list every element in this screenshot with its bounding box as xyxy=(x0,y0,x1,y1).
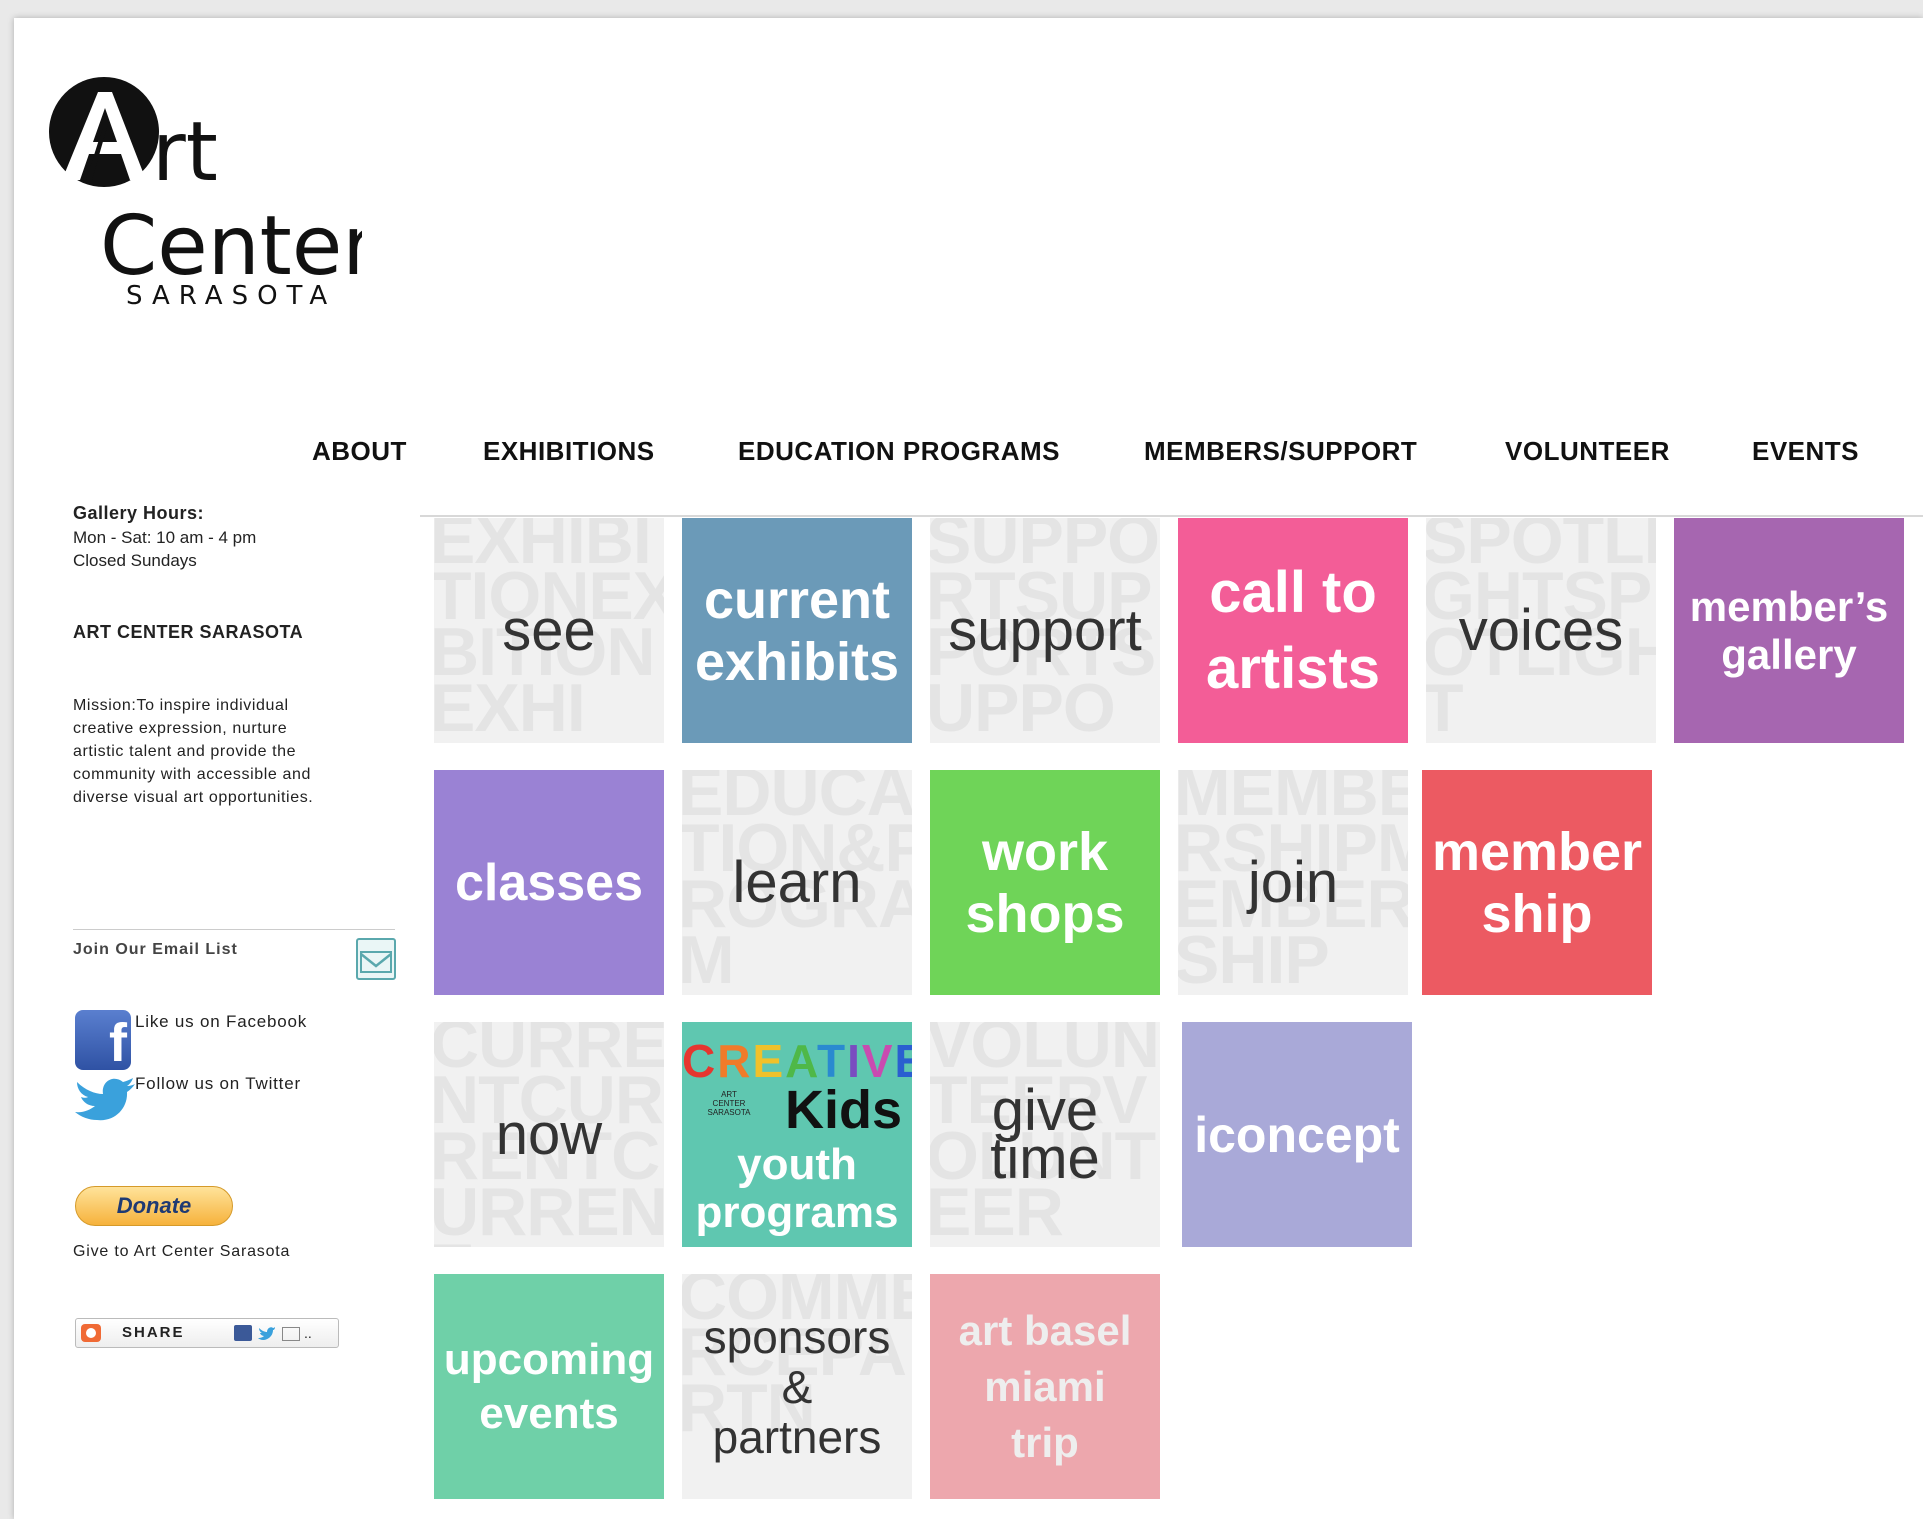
tile-sponsors-partners[interactable]: COMMERCEPARTN sponsors & partners xyxy=(682,1274,912,1499)
tile-creative-kids-youth-programs[interactable]: CREATIVE ART CENTER SARASOTA Kids youth … xyxy=(682,1022,912,1247)
tile-give-time-label: give time xyxy=(990,1077,1100,1191)
creative-letter-c: C xyxy=(682,1035,718,1087)
nav-volunteer[interactable]: VOLUNTEER xyxy=(1505,436,1670,467)
page: rt Center SARASOTA ABOUT EXHIBITIONS EDU… xyxy=(14,18,1923,1519)
tile-support-label: support xyxy=(948,597,1142,663)
share-facebook-icon[interactable] xyxy=(234,1325,252,1341)
tile-see[interactable]: EXHIBITIONEXBITIONEXHI see xyxy=(434,518,664,743)
org-name: ART CENTER SARASOTA xyxy=(73,622,304,642)
tile-art-basel-miami-trip[interactable]: art basel miami trip xyxy=(930,1274,1160,1499)
tile-learn-label: learn xyxy=(732,849,862,915)
nav-events[interactable]: EVENTS xyxy=(1752,436,1859,467)
logo-word-rt: rt xyxy=(152,105,218,200)
tile-membership-label: member ship xyxy=(1431,821,1643,944)
email-divider xyxy=(73,929,395,930)
share-twitter-icon[interactable] xyxy=(258,1325,276,1341)
share-email-icon[interactable] xyxy=(282,1327,300,1341)
art-center-logo[interactable]: rt Center SARASOTA xyxy=(42,62,362,307)
tile-members-gallery-label: member’s gallery xyxy=(1689,582,1889,678)
creative-letter-e: E xyxy=(752,1035,786,1087)
tile-classes[interactable]: classes xyxy=(434,770,664,995)
email-icon[interactable] xyxy=(356,938,396,980)
nav-divider xyxy=(420,515,1923,517)
tile-membership[interactable]: member ship xyxy=(1422,770,1652,995)
tile-learn[interactable]: EDUCATION&PROGRAM learn xyxy=(682,770,912,995)
logo-word-sarasota: SARASOTA xyxy=(126,281,336,307)
tile-youth-programs-label: youth programs xyxy=(695,1140,899,1237)
gallery-hours-title: Gallery Hours: xyxy=(73,503,205,523)
facebook-link[interactable]: Like us on Facebook xyxy=(135,1010,307,1033)
tile-join-label: join xyxy=(1247,849,1339,915)
tile-voices-label: voices xyxy=(1458,597,1624,663)
tile-see-label: see xyxy=(502,597,596,663)
nav-exhibitions[interactable]: EXHIBITIONS xyxy=(483,436,655,467)
tile-iconcept-label: iconcept xyxy=(1194,1106,1400,1163)
tile-current-exhibits[interactable]: current exhibits xyxy=(682,518,912,743)
email-list-link[interactable]: Join Our Email List xyxy=(73,938,238,961)
addthis-icon xyxy=(81,1324,101,1342)
tile-now[interactable]: CURRENTCURRENTCURRENT now xyxy=(434,1022,664,1247)
creative-kids-logo-text: CREATIVE xyxy=(682,1036,912,1086)
tile-call-to-artists[interactable]: call to artists xyxy=(1178,518,1408,743)
creative-letter-r: R xyxy=(717,1035,753,1087)
twitter-link[interactable]: Follow us on Twitter xyxy=(135,1072,301,1095)
gallery-hours-weekday: Mon - Sat: 10 am - 4 pm xyxy=(73,528,257,547)
main-nav: ABOUT EXHIBITIONS EDUCATION PROGRAMS MEM… xyxy=(14,436,1923,476)
tile-workshops[interactable]: work shops xyxy=(930,770,1160,995)
tile-call-to-artists-label: call to artists xyxy=(1205,559,1381,701)
tile-current-exhibits-label: current exhibits xyxy=(694,569,900,692)
give-text: Give to Art Center Sarasota xyxy=(73,1243,291,1260)
tile-join[interactable]: MEMBERSHIPMEMBERSHIP join xyxy=(1178,770,1408,995)
creative-kids-word: Kids xyxy=(784,1080,902,1140)
tile-workshops-label: work shops xyxy=(965,821,1125,944)
tile-members-gallery[interactable]: member’s gallery xyxy=(1674,518,1904,743)
gallery-hours-closed: Closed Sundays xyxy=(73,551,197,570)
tile-upcoming-events-label: upcoming events xyxy=(443,1334,655,1438)
tile-now-label: now xyxy=(495,1101,603,1167)
tile-upcoming-events[interactable]: upcoming events xyxy=(434,1274,664,1499)
tile-voices[interactable]: SPOTLIGHTSPOTLIGHT voices xyxy=(1426,518,1656,743)
facebook-icon[interactable]: f xyxy=(75,1010,131,1070)
mission-statement: Mission:To inspire individual creative e… xyxy=(73,697,314,806)
twitter-icon[interactable] xyxy=(73,1072,137,1122)
tile-iconcept[interactable]: iconcept xyxy=(1182,1022,1412,1247)
tile-support[interactable]: SUPPORTSUPPORTSUPPO support xyxy=(930,518,1160,743)
nav-about[interactable]: ABOUT xyxy=(312,436,407,467)
tile-sponsors-label: sponsors & partners xyxy=(703,1310,891,1463)
logo-word-center: Center xyxy=(100,199,362,294)
tile-art-basel-label: art basel miami trip xyxy=(958,1306,1132,1466)
nav-members-support[interactable]: MEMBERS/SUPPORT xyxy=(1144,436,1417,467)
tile-give-time[interactable]: VOLUNTEERVOLUNTEER give time xyxy=(930,1022,1160,1247)
creative-kids-small-text: ART CENTER SARASOTA xyxy=(707,1090,751,1117)
share-button[interactable]: SHARE .. xyxy=(75,1318,339,1348)
nav-education-programs[interactable]: EDUCATION PROGRAMS xyxy=(738,436,1060,467)
donate-button[interactable]: Donate xyxy=(75,1186,233,1226)
logo-mark: rt Center SARASOTA xyxy=(49,77,362,307)
tile-classes-label: classes xyxy=(455,853,643,912)
share-more-icon[interactable]: .. xyxy=(304,1325,312,1341)
share-label: SHARE xyxy=(122,1324,185,1341)
